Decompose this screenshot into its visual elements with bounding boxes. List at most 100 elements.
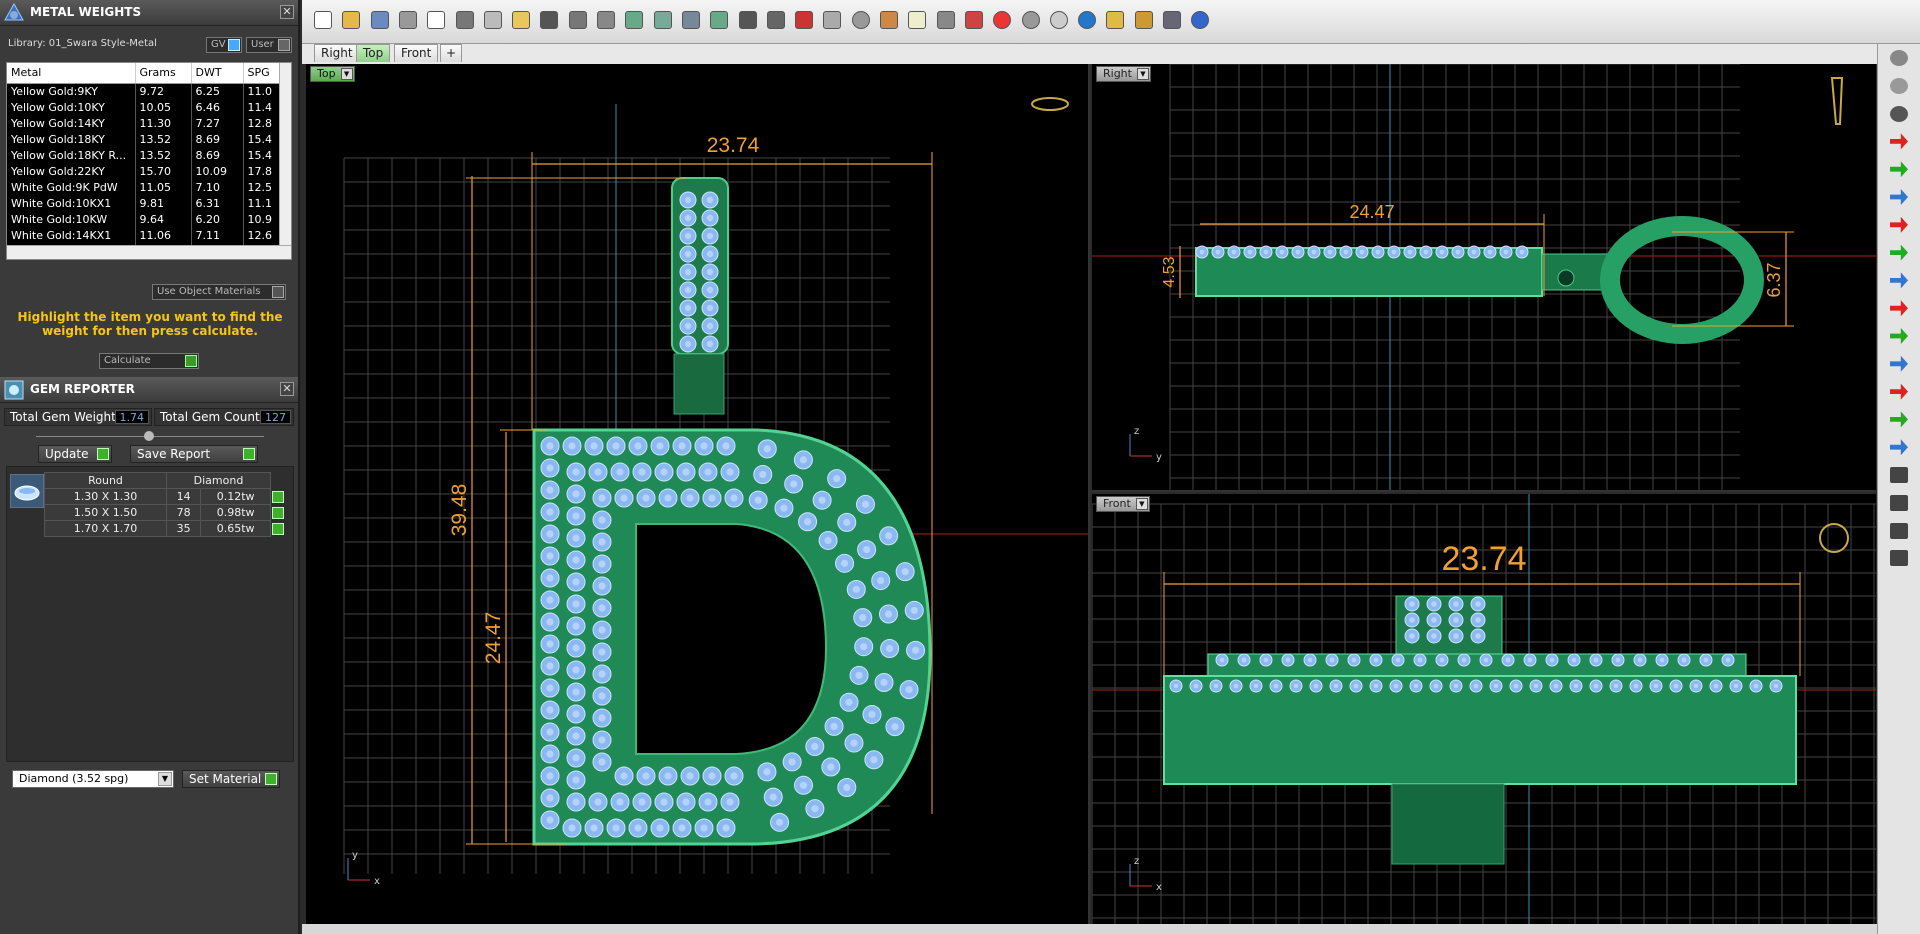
zoom-icon[interactable] [623,9,645,31]
viewport-top[interactable]: 23.74 39.48 24.47 y x Top ▼ [306,64,1090,924]
arrow-both-icon[interactable] [1890,300,1908,317]
user-button[interactable]: User [246,37,292,53]
arrow-in-icon[interactable] [1890,383,1908,400]
arrow-up-icon[interactable] [1890,161,1908,178]
table-row[interactable]: White Gold:14KX1 11.06 7.11 12.6 [7,227,291,243]
pan-icon[interactable] [567,9,589,31]
metal-table[interactable]: Metal Grams DWT SPG Yellow Gold:9KY 9.72 6… [6,62,292,260]
viewport-right[interactable]: 24.47 4.53 6.37 z y Right ▼ [1092,64,1876,492]
table-row[interactable]: White Gold:10KX1 9.81 6.31 11.1 [7,195,291,211]
cut-icon[interactable] [454,9,476,31]
metal-table-hscroll[interactable] [7,245,291,259]
save-icon[interactable] [369,9,391,31]
gv-button[interactable]: GV [206,37,242,53]
lock-icon[interactable] [935,9,957,31]
close-icon[interactable]: ✕ [280,5,294,19]
tab-add[interactable]: + [440,44,463,62]
snap-icon[interactable] [821,9,843,31]
globe-icon[interactable] [1076,9,1098,31]
top-view-canvas[interactable]: 23.74 39.48 24.47 y x [306,64,1090,924]
car-icon[interactable] [793,9,815,31]
table-cell: 11.05 [135,179,192,195]
zoom-extents-icon[interactable] [680,9,702,31]
rotate-view-icon[interactable] [737,9,759,31]
material-select[interactable]: Diamond (3.52 spg) ▼ [12,770,174,788]
bulb-icon[interactable] [1890,77,1908,94]
viewport-right-label[interactable]: Right ▼ [1096,66,1151,82]
copy-icon[interactable] [482,9,504,31]
table-row[interactable]: Yellow Gold:9KY 9.72 6.25 11.0 [7,83,291,99]
align-down-icon[interactable] [1890,439,1908,456]
undo-icon[interactable] [538,9,560,31]
gem-table[interactable]: Round Diamond 1.30 X 1.30 14 0.12tw 1.50 X 1… [44,472,286,537]
gem-table [1417,657,1423,663]
col-metal[interactable]: Metal [7,63,136,84]
arrow-vertical-icon[interactable] [1890,328,1908,344]
material-icon[interactable] [963,9,985,31]
arrow-right-icon[interactable] [1890,133,1908,150]
update-button[interactable]: Update [38,445,112,463]
zoom-selected-icon[interactable] [708,9,730,31]
viewport-top-label[interactable]: Top ▼ [310,66,355,82]
copy-doc-icon[interactable] [425,9,447,31]
table-row[interactable]: White Gold:9K PdW 11.05 7.10 12.5 [7,179,291,195]
tab-front[interactable]: Front [394,44,439,62]
pencil-icon[interactable] [1104,9,1126,31]
table-row[interactable]: Yellow Gold:22KY 15.70 10.09 17.8 [7,163,291,179]
grid-icon[interactable] [1161,9,1183,31]
close-icon[interactable]: ✕ [280,382,294,396]
eraser-icon[interactable] [1890,550,1908,567]
table-row[interactable]: Yellow Gold:18KY 13.52 8.69 15.4 [7,131,291,147]
metal-table-vscroll[interactable] [279,63,291,245]
arrow-left-icon[interactable] [1890,216,1908,233]
play-icon[interactable] [272,507,284,519]
render-icon[interactable] [878,9,900,31]
table-row[interactable]: Yellow Gold:18KY R... 13.52 8.69 15.4 [7,147,291,163]
align-icon[interactable] [1890,355,1908,372]
table-row[interactable]: White Gold:10KW 9.64 6.20 10.9 [7,211,291,227]
arrow-up2-icon[interactable] [1890,411,1908,428]
pen-icon[interactable] [1890,494,1908,511]
print-icon[interactable] [397,9,419,31]
arrow-down-icon[interactable] [1890,244,1908,261]
col-grams[interactable]: Grams [135,63,192,84]
table-row[interactable]: Yellow Gold:14KY 11.30 7.27 12.8 [7,115,291,131]
gear-icon[interactable] [1133,9,1155,31]
move-down-icon[interactable] [1890,272,1908,289]
open-icon[interactable] [340,9,362,31]
viewport-front[interactable]: 23.74 z x Front ▼ [1092,494,1876,924]
move-up-right-icon[interactable] [1890,189,1908,205]
set-material-button[interactable]: Set Material [182,770,280,788]
four-view-icon[interactable] [765,9,787,31]
right-view-canvas[interactable]: 24.47 4.53 6.37 z y [1092,64,1876,492]
table-row[interactable]: 1.30 X 1.30 14 0.12tw [44,488,286,505]
splitter-handle[interactable] [144,431,154,441]
zoom-window-icon[interactable] [652,9,674,31]
sphere-icon[interactable] [1890,105,1908,122]
pen2-icon[interactable] [1890,522,1908,539]
new-file-icon[interactable] [312,9,334,31]
save-report-button[interactable]: Save Report [130,445,258,463]
table-row[interactable]: 1.70 X 1.70 35 0.65tw [44,520,286,537]
sphere-icon[interactable] [1020,9,1042,31]
table-row[interactable]: 1.50 X 1.50 78 0.98tw [44,504,286,521]
table-row[interactable]: Yellow Gold:10KY 10.05 6.46 11.4 [7,99,291,115]
tab-top[interactable]: Top [356,44,391,62]
tab-right[interactable]: Right [314,44,360,62]
calculate-button[interactable]: Calculate [99,353,199,369]
light-icon[interactable] [906,9,928,31]
play-icon[interactable] [272,523,285,535]
play-icon[interactable] [272,491,284,503]
circle-icon[interactable] [850,9,872,31]
front-view-canvas[interactable]: 23.74 z x [1092,494,1876,924]
move-icon[interactable] [595,9,617,31]
orbit-icon[interactable] [1890,50,1908,66]
color-icon[interactable] [991,9,1013,31]
col-dwt[interactable]: DWT [191,63,244,84]
paste-icon[interactable] [510,9,532,31]
curve-icon[interactable] [1890,467,1908,483]
viewport-front-label[interactable]: Front ▼ [1096,496,1150,512]
help-icon[interactable] [1189,9,1211,31]
use-object-materials-checkbox[interactable]: Use Object Materials [152,284,286,300]
shade-icon[interactable] [1048,9,1070,31]
